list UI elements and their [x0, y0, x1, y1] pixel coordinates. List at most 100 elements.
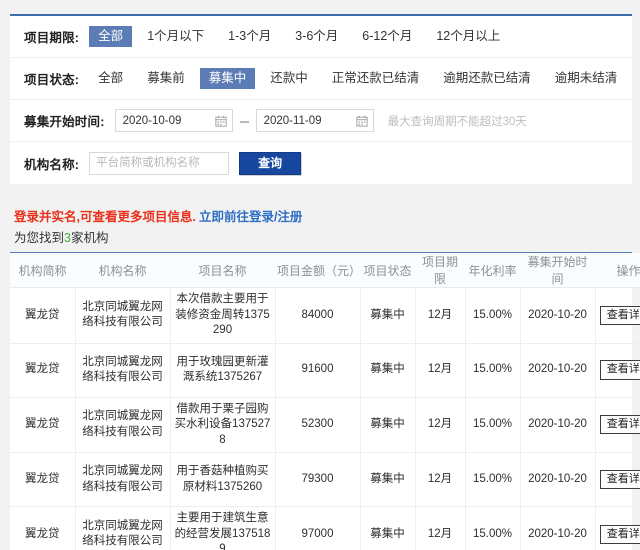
- cell-org-short: 翼龙贷: [10, 287, 76, 344]
- filter-row-date: 募集开始时间: 2020-10-09 --- 2020-11-09 最大查询周期…: [10, 100, 632, 142]
- cell-status: 募集中: [360, 452, 416, 508]
- filter-label-term: 项目期限:: [24, 31, 80, 45]
- col-project-name: 项目名称: [170, 253, 275, 288]
- table-row: 翼龙贷 北京同城翼龙网络科技有限公司 主要用于建筑生意的经营发展1375189 …: [10, 506, 640, 550]
- cell-start-date: 2020-10-20: [520, 343, 596, 398]
- filter-chip-term-3[interactable]: 3-6个月: [286, 26, 347, 48]
- table-header-row: 机构简称 机构名称 项目名称 项目金额（元） 项目状态 项目期限 年化利率 募集…: [10, 253, 640, 288]
- cell-status: 募集中: [360, 287, 416, 344]
- cell-amount: 91600: [275, 343, 361, 398]
- date-end-value: 2020-11-09: [263, 114, 322, 127]
- filter-chip-status-1[interactable]: 募集前: [138, 68, 194, 90]
- cell-project-name: 本次借款主要用于装修资金周转1375290: [170, 287, 276, 344]
- date-end-input[interactable]: 2020-11-09: [255, 109, 374, 132]
- filter-chip-status-6[interactable]: 逾期未结清: [546, 68, 627, 90]
- cell-org-name: 北京同城翼龙网络科技有限公司: [75, 452, 171, 508]
- col-org-name: 机构名称: [75, 253, 170, 288]
- date-range-hint: 最大查询周期不能超过30天: [387, 115, 527, 128]
- view-detail-button[interactable]: 查看详情: [599, 360, 640, 380]
- filter-panel: 项目期限: 全部 1个月以下 1-3个月 3-6个月 6-12个月 12个月以上…: [10, 14, 632, 184]
- cell-term: 12月: [415, 452, 466, 508]
- col-action: 操作: [595, 253, 640, 288]
- cell-org-short: 翼龙贷: [10, 343, 76, 398]
- cell-amount: 79300: [275, 452, 361, 508]
- cell-amount: 84000: [275, 287, 361, 344]
- filter-chip-status-3[interactable]: 还款中: [261, 68, 317, 90]
- filter-chip-term-0[interactable]: 全部: [89, 25, 133, 48]
- col-amount: 项目金额（元）: [275, 253, 361, 288]
- cell-project-name: 主要用于建筑生意的经营发展1375189: [170, 506, 276, 550]
- org-name-input[interactable]: [89, 151, 230, 175]
- col-term: 项目期限: [415, 253, 465, 288]
- login-notice-text: 登录并实名,可查看更多项目信息.: [14, 210, 196, 224]
- cell-org-name: 北京同城翼龙网络科技有限公司: [75, 343, 171, 398]
- cell-start-date: 2020-10-20: [520, 287, 596, 344]
- calendar-icon: [355, 115, 368, 127]
- cell-rate: 15.00%: [465, 452, 521, 508]
- view-detail-button[interactable]: 查看详情: [599, 470, 640, 490]
- col-org-short: 机构简称: [10, 253, 75, 288]
- cell-org-name: 北京同城翼龙网络科技有限公司: [75, 506, 171, 550]
- result-summary: 为您找到3家机构: [14, 227, 108, 246]
- table-row: 翼龙贷 北京同城翼龙网络科技有限公司 用于香菇种植购买原材料1375260 79…: [10, 452, 640, 508]
- filter-label-org: 机构名称:: [24, 157, 80, 172]
- view-detail-button[interactable]: 查看详情: [599, 524, 640, 544]
- filter-chip-status-0[interactable]: 全部: [89, 68, 132, 90]
- cell-amount: 97000: [275, 506, 361, 550]
- cell-org-short: 翼龙贷: [10, 397, 76, 454]
- col-status: 项目状态: [360, 253, 415, 288]
- cell-term: 12月: [415, 343, 466, 398]
- cell-rate: 15.00%: [465, 506, 521, 550]
- page-root: 项目期限: 全部 1个月以下 1-3个月 3-6个月 6-12个月 12个月以上…: [0, 0, 640, 550]
- cell-start-date: 2020-10-20: [520, 506, 596, 550]
- table-row: 翼龙贷 北京同城翼龙网络科技有限公司 用于玫瑰园更新灌溉系统1375267 91…: [10, 343, 640, 398]
- result-count: 3: [64, 231, 71, 245]
- filter-chip-status-4[interactable]: 正常还款已结清: [323, 68, 429, 90]
- filter-chip-term-1[interactable]: 1个月以下: [138, 26, 213, 48]
- cell-org-short: 翼龙贷: [10, 506, 76, 550]
- cell-rate: 15.00%: [465, 287, 521, 344]
- table-body: 翼龙贷 北京同城翼龙网络科技有限公司 本次借款主要用于装修资金周转1375290…: [10, 287, 640, 550]
- filter-chip-status-2[interactable]: 募集中: [199, 67, 256, 90]
- results-table-container: 机构简称 机构名称 项目名称 项目金额（元） 项目状态 项目期限 年化利率 募集…: [10, 252, 640, 550]
- results-table: 机构简称 机构名称 项目名称 项目金额（元） 项目状态 项目期限 年化利率 募集…: [10, 253, 640, 550]
- cell-project-name: 借款用于栗子园购买水利设备1375278: [170, 397, 276, 454]
- cell-status: 募集中: [360, 343, 416, 398]
- cell-start-date: 2020-10-20: [520, 397, 596, 454]
- filter-chip-status-5[interactable]: 逾期还款已结清: [434, 68, 540, 90]
- filter-chip-term-2[interactable]: 1-3个月: [219, 26, 280, 48]
- cell-status: 募集中: [360, 397, 416, 454]
- login-register-link[interactable]: 立即前往登录/注册: [199, 210, 302, 224]
- filter-chip-term-4[interactable]: 6-12个月: [353, 26, 421, 48]
- filter-chip-term-5[interactable]: 12个月以上: [427, 26, 509, 48]
- table-row: 翼龙贷 北京同城翼龙网络科技有限公司 借款用于栗子园购买水利设备1375278 …: [10, 397, 640, 454]
- col-rate: 年化利率: [465, 253, 520, 288]
- cell-action: 查看详情: [595, 452, 640, 508]
- filter-row-term: 项目期限: 全部 1个月以下 1-3个月 3-6个月 6-12个月 12个月以上: [10, 16, 632, 58]
- view-detail-button[interactable]: 查看详情: [599, 415, 640, 435]
- view-detail-button[interactable]: 查看详情: [599, 305, 640, 325]
- result-summary-suffix: 家机构: [70, 231, 109, 245]
- col-start-date: 募集开始时间: [520, 253, 595, 288]
- cell-project-name: 用于香菇种植购买原材料1375260: [170, 452, 276, 508]
- cell-term: 12月: [415, 506, 466, 550]
- cell-action: 查看详情: [595, 397, 640, 454]
- calendar-icon: [214, 115, 227, 127]
- cell-project-name: 用于玫瑰园更新灌溉系统1375267: [170, 343, 276, 398]
- cell-rate: 15.00%: [465, 397, 521, 454]
- cell-action: 查看详情: [595, 287, 640, 344]
- search-button[interactable]: 查询: [239, 151, 302, 175]
- cell-term: 12月: [415, 397, 466, 454]
- cell-org-name: 北京同城翼龙网络科技有限公司: [75, 287, 171, 344]
- filter-label-status: 项目状态:: [24, 73, 80, 87]
- cell-org-name: 北京同城翼龙网络科技有限公司: [75, 397, 171, 454]
- cell-org-short: 翼龙贷: [10, 452, 76, 508]
- cell-action: 查看详情: [595, 343, 640, 398]
- cell-action: 查看详情: [595, 506, 640, 550]
- cell-term: 12月: [415, 287, 466, 344]
- filter-row-org: 机构名称: 查询: [10, 142, 632, 184]
- date-start-input[interactable]: 2020-10-09: [114, 109, 233, 132]
- login-notice: 登录并实名,可查看更多项目信息. 立即前往登录/注册: [14, 206, 302, 225]
- filter-row-status: 项目状态: 全部 募集前 募集中 还款中 正常还款已结清 逾期还款已结清 逾期未…: [10, 58, 632, 100]
- result-summary-prefix: 为您找到: [14, 231, 65, 245]
